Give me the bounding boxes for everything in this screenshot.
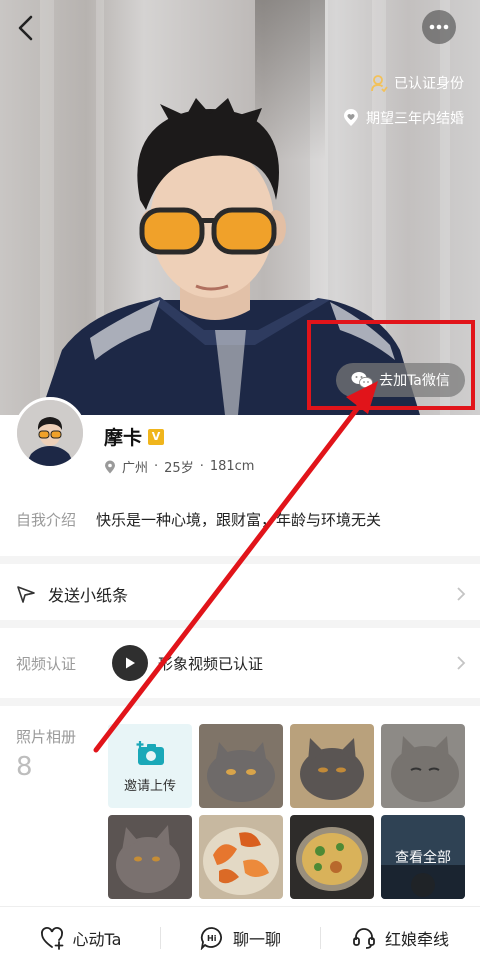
send-memo-row[interactable]: 发送小纸条 — [0, 568, 480, 620]
avatar-image — [17, 400, 83, 466]
chat-hi-icon: Hi — [200, 927, 222, 950]
profile-name: 摩卡 — [104, 427, 143, 449]
name-row: 摩卡 V — [104, 423, 165, 450]
matchmaker-label: 红娘牵线 — [384, 930, 449, 949]
highlight-box — [307, 320, 475, 410]
send-memo-label: 发送小纸条 — [48, 586, 129, 605]
more-button[interactable] — [422, 10, 456, 44]
like-label: 心动Ta — [72, 930, 122, 949]
section-divider — [0, 556, 480, 564]
play-icon — [112, 645, 148, 681]
user-verified-icon — [371, 75, 388, 92]
like-button[interactable]: 心动Ta — [0, 907, 160, 969]
album-count: 8 — [16, 752, 33, 782]
album-photo-see-all[interactable]: 查看全部 — [381, 815, 465, 899]
matchmaker-button[interactable]: 红娘牵线 — [320, 907, 480, 969]
profile-location: 广州 — [122, 461, 149, 476]
chevron-right-icon — [457, 587, 466, 601]
album-photo[interactable] — [290, 724, 374, 808]
invite-upload-label: 邀请上传 — [123, 778, 176, 794]
invite-upload-button[interactable]: 邀请上传 — [108, 724, 192, 808]
chat-button[interactable]: Hi 聊一聊 — [160, 907, 320, 969]
headset-icon — [353, 928, 375, 949]
video-verification-label: 视频认证 — [16, 654, 77, 673]
chevron-right-icon — [457, 656, 466, 670]
marriage-goal-label: 期望三年内结婚 — [366, 111, 464, 127]
paper-plane-icon — [17, 586, 35, 603]
profile-age: 25岁 — [164, 461, 194, 476]
chevron-left-icon — [18, 15, 33, 41]
camera-plus-icon — [136, 740, 164, 765]
section-divider — [0, 698, 480, 706]
marriage-goal-tag: 期望三年内结婚 — [342, 108, 464, 128]
see-all-button[interactable]: 查看全部 — [381, 815, 465, 899]
verified-identity-label: 已认证身份 — [394, 76, 464, 92]
album-photo[interactable] — [381, 724, 465, 808]
album-label: 照片相册 — [16, 728, 77, 746]
album-photo[interactable] — [290, 815, 374, 899]
album-photo[interactable] — [199, 815, 283, 899]
svg-text:Hi: Hi — [207, 934, 217, 943]
heart-plus-icon — [40, 927, 63, 950]
vip-badge: V — [148, 428, 165, 445]
chat-label: 聊一聊 — [232, 930, 281, 949]
bottom-action-bar: 心动Ta Hi 聊一聊 红娘牵线 — [0, 906, 480, 969]
location-pin-icon — [105, 460, 115, 473]
video-verification-row[interactable]: 视频认证 形象视频已认证 — [0, 628, 480, 698]
profile-height: 181cm — [209, 459, 255, 474]
video-verified-status: 形象视频已认证 — [158, 654, 264, 673]
ellipsis-icon — [429, 24, 449, 30]
profile-info: 广州 · 25岁 · 181cm — [104, 457, 254, 476]
intro-label: 自我介绍 — [16, 511, 77, 529]
back-button[interactable] — [8, 10, 44, 46]
verified-identity-tag: 已认证身份 — [370, 73, 464, 93]
intro-section: 自我介绍 快乐是一种心境，跟财富，年龄与环境无关 — [16, 509, 381, 530]
section-divider — [0, 620, 480, 628]
album-photo[interactable] — [108, 815, 192, 899]
album-photo[interactable] — [199, 724, 283, 808]
heart-location-icon — [344, 109, 358, 126]
avatar[interactable] — [14, 397, 86, 469]
intro-text: 快乐是一种心境，跟财富，年龄与环境无关 — [96, 511, 382, 529]
